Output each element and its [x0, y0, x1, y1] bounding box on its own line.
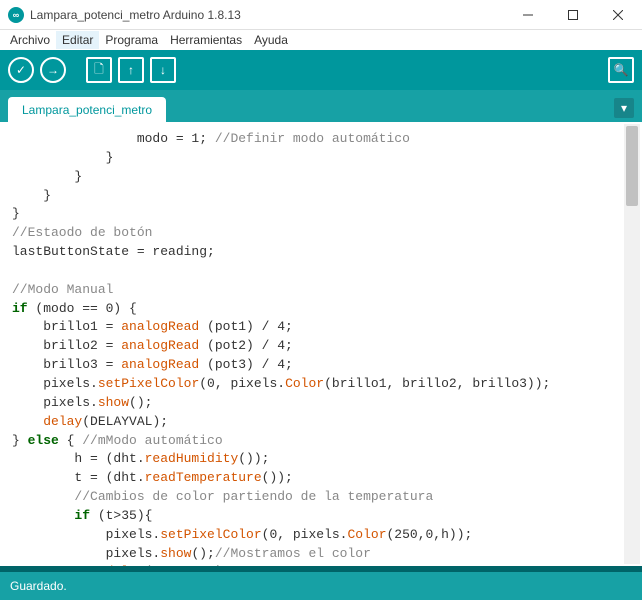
code-content: modo = 1; //Definir modo automático } } …: [12, 130, 630, 566]
scrollbar-thumb[interactable]: [626, 126, 638, 206]
menu-programa[interactable]: Programa: [99, 31, 164, 49]
tab-sketch[interactable]: Lampara_potenci_metro: [8, 97, 166, 122]
menu-editar[interactable]: Editar: [56, 31, 99, 49]
menubar: Archivo Editar Programa Herramientas Ayu…: [0, 30, 642, 50]
arrow-down-icon: ↓: [160, 63, 166, 77]
tab-bar: Lampara_potenci_metro ▾: [0, 90, 642, 122]
titlebar: ∞ Lampara_potenci_metro Arduino 1.8.13: [0, 0, 642, 30]
save-button[interactable]: ↓: [150, 57, 176, 83]
arrow-up-icon: ↑: [128, 63, 134, 77]
check-icon: ✓: [16, 63, 26, 77]
maximize-button[interactable]: [550, 1, 595, 29]
vertical-scrollbar[interactable]: [624, 124, 640, 564]
code-editor[interactable]: modo = 1; //Definir modo automático } } …: [0, 122, 642, 566]
upload-button[interactable]: →: [40, 57, 66, 83]
chevron-down-icon: ▾: [621, 101, 627, 115]
new-button[interactable]: 🗋: [86, 57, 112, 83]
menu-archivo[interactable]: Archivo: [4, 31, 56, 49]
open-button[interactable]: ↑: [118, 57, 144, 83]
status-bar: Guardado.: [0, 572, 642, 600]
status-text: Guardado.: [10, 579, 67, 593]
file-icon: 🗋: [94, 60, 104, 81]
arrow-right-icon: →: [47, 63, 59, 77]
menu-herramientas[interactable]: Herramientas: [164, 31, 248, 49]
menu-ayuda[interactable]: Ayuda: [248, 31, 294, 49]
tab-menu-button[interactable]: ▾: [614, 98, 634, 118]
verify-button[interactable]: ✓: [8, 57, 34, 83]
window-title: Lampara_potenci_metro Arduino 1.8.13: [30, 8, 505, 22]
toolbar: ✓ → 🗋 ↑ ↓ 🔍: [0, 50, 642, 90]
minimize-button[interactable]: [505, 1, 550, 29]
close-button[interactable]: [595, 1, 640, 29]
app-icon: ∞: [8, 7, 24, 23]
monitor-icon: 🔍: [614, 63, 629, 77]
window-controls: [505, 1, 640, 29]
serial-monitor-button[interactable]: 🔍: [608, 57, 634, 83]
